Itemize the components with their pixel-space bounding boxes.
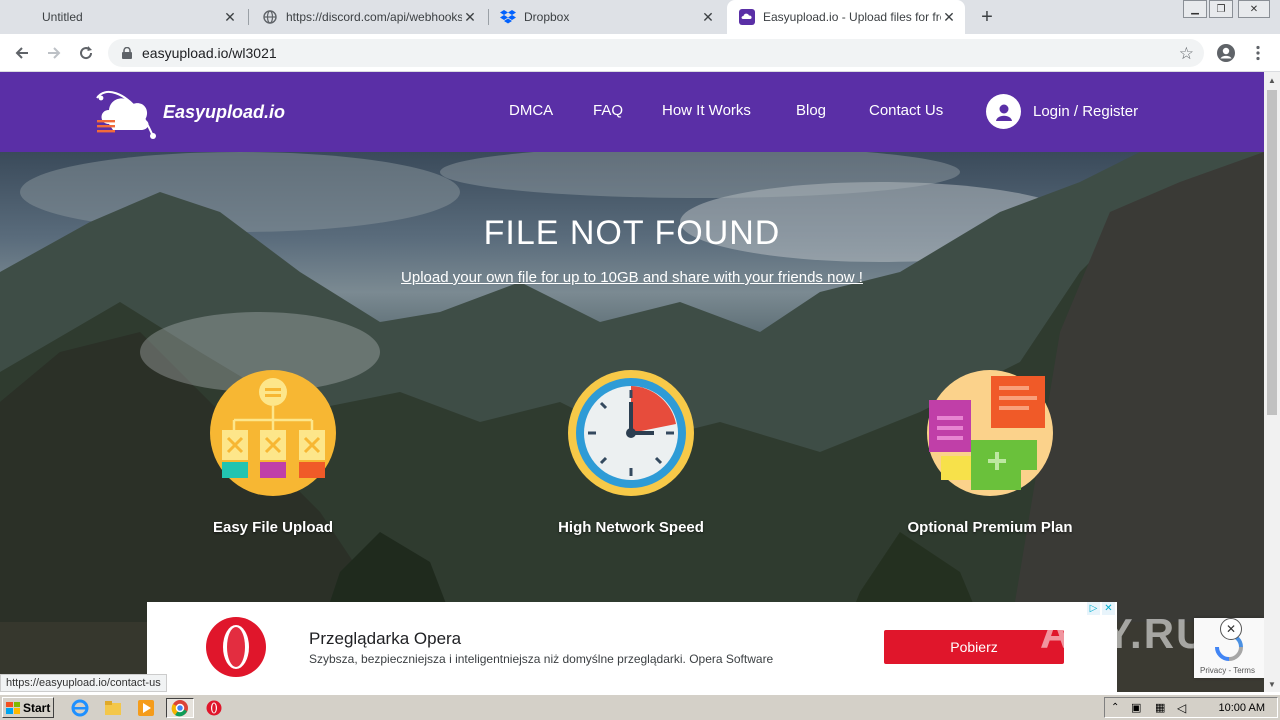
tab-title: Easyupload.io - Upload files for free [763, 10, 941, 24]
upload-cta-link[interactable]: Upload your own file for up to 10GB and … [0, 269, 1264, 286]
close-icon[interactable]: ✕ [222, 9, 238, 25]
nav-link-how-it-works[interactable]: How It Works [662, 102, 751, 119]
ad-download-button[interactable]: Pobierz [884, 630, 1064, 664]
nav-link-blog[interactable]: Blog [796, 102, 826, 119]
start-button[interactable]: Start [2, 697, 54, 718]
recaptcha-privacy-terms[interactable]: Privacy - Terms [1200, 666, 1255, 675]
chrome-icon [171, 700, 188, 717]
user-avatar-icon [986, 94, 1021, 129]
close-icon[interactable]: ✕ [462, 9, 478, 25]
feature-label: High Network Speed [558, 519, 704, 536]
tab-title: Untitled [42, 10, 83, 24]
profile-button[interactable] [1214, 41, 1238, 65]
tab-separator [248, 9, 249, 25]
tab-untitled[interactable]: Untitled ✕ [30, 0, 246, 34]
opera-taskbar-icon[interactable] [204, 698, 224, 718]
opera-ad-banner[interactable]: Przeglądarka Opera Szybsza, bezpieczniej… [147, 602, 1117, 692]
scroll-up-icon[interactable]: ▲ [1264, 72, 1280, 88]
window-close-button[interactable]: ✕ [1238, 0, 1270, 18]
file-explorer-icon[interactable] [103, 698, 123, 718]
windows-taskbar: Start ⌃ ▣ ▦ ◁ 10:00 AM [0, 694, 1280, 720]
nav-link-dmca[interactable]: DMCA [509, 102, 553, 119]
address-text: easyupload.io/wl3021 [142, 45, 277, 61]
bookmark-star-icon[interactable]: ☆ [1179, 44, 1194, 64]
feature-easy-file-upload: Easy File Upload [143, 370, 403, 536]
tray-expand-icon[interactable]: ⌃ [1111, 702, 1119, 713]
tab-title: Dropbox [524, 10, 570, 24]
ad-title: Przeglądarka Opera [309, 629, 462, 648]
close-icon[interactable]: ✕ [941, 9, 957, 25]
feature-optional-premium-plan: Optional Premium Plan [860, 370, 1120, 536]
lock-icon [120, 46, 134, 60]
close-icon[interactable]: ✕ [700, 9, 716, 25]
reload-icon [80, 46, 93, 60]
puzzle-icon [927, 370, 1053, 496]
back-button[interactable] [10, 41, 34, 65]
forward-button[interactable] [42, 41, 66, 65]
status-bar-url: https://easyupload.io/contact-us [0, 674, 167, 692]
feature-label: Easy File Upload [212, 519, 334, 536]
arrow-left-icon [15, 47, 28, 59]
clock-icon [568, 370, 694, 496]
login-register-button[interactable]: Login / Register [986, 94, 1138, 129]
globe-icon [262, 9, 278, 25]
chrome-taskbar-button[interactable] [166, 698, 194, 718]
ad-description: Szybsza, bezpieczniejsza i inteligentnie… [309, 652, 774, 666]
network-icon[interactable]: ▦ [1155, 701, 1165, 714]
account-circle-icon [1217, 44, 1235, 62]
scroll-down-icon[interactable]: ▼ [1264, 676, 1280, 692]
page-scrollbar[interactable]: ▲ ▼ [1264, 72, 1280, 692]
tab-easyupload[interactable]: Easyupload.io - Upload files for free ✕ [727, 0, 965, 34]
easyupload-favicon-icon [739, 9, 755, 25]
file-tree-icon [210, 370, 336, 496]
recaptcha-badge[interactable]: ✕ Privacy - Terms [1194, 618, 1264, 678]
address-bar[interactable]: easyupload.io/wl3021 ☆ [108, 39, 1204, 67]
cloud-logo-icon [96, 90, 156, 139]
logo-text: Easyupload.io [163, 101, 286, 122]
new-tab-button[interactable]: + [976, 6, 998, 28]
scrollbar-thumb[interactable] [1267, 90, 1277, 415]
start-label: Start [23, 700, 51, 715]
tab-discord-webhook[interactable]: https://discord.com/api/webhooks/9 ✕ [250, 0, 486, 34]
internet-explorer-icon[interactable] [70, 698, 90, 718]
restore-button[interactable]: ❐ [1209, 0, 1233, 18]
site-header: Easyupload.io DMCA FAQ How It Works Blog… [0, 72, 1264, 152]
kebab-menu-icon [1256, 45, 1260, 61]
system-tray: ⌃ ▣ ▦ ◁ 10:00 AM [1104, 697, 1278, 718]
minimize-button[interactable]: ▁ [1183, 0, 1207, 18]
nav-link-faq[interactable]: FAQ [593, 102, 623, 119]
hero-title: FILE NOT FOUND [483, 214, 781, 252]
media-player-icon[interactable] [136, 698, 156, 718]
opera-logo-icon [206, 617, 266, 677]
close-icon[interactable]: ✕ [1220, 618, 1242, 640]
dropbox-icon [500, 9, 516, 25]
login-register-label: Login / Register [1033, 103, 1139, 120]
site-logo[interactable]: Easyupload.io [95, 84, 285, 140]
arrow-right-icon [48, 47, 61, 59]
feature-label: Optional Premium Plan [907, 519, 1073, 536]
browser-toolbar: easyupload.io/wl3021 ☆ [0, 34, 1280, 72]
browser-tab-strip: Untitled ✕ https://discord.com/api/webho… [0, 0, 1280, 34]
clock-time[interactable]: 10:00 AM [1219, 702, 1265, 714]
nav-link-contact-us[interactable]: Contact Us [869, 102, 943, 119]
tab-title: https://discord.com/api/webhooks/9 [286, 10, 462, 24]
reload-button[interactable] [74, 41, 98, 65]
windows-flag-icon [6, 701, 20, 714]
tab-dropbox[interactable]: Dropbox ✕ [488, 0, 724, 34]
volume-icon[interactable]: ◁ [1177, 701, 1186, 715]
browser-menu-button[interactable] [1246, 41, 1270, 65]
feature-high-network-speed: High Network Speed [501, 370, 761, 536]
shield-icon[interactable]: ▣ [1131, 701, 1141, 714]
